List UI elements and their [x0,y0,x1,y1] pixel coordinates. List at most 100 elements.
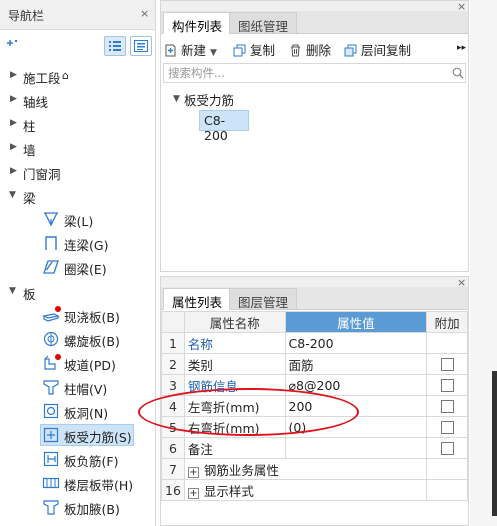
detail-view-button[interactable] [130,36,152,56]
row-number-header [161,311,185,333]
tab-layer-management[interactable]: 图层管理 [229,288,298,310]
nav-item-label: 板负筋(F) [64,454,119,469]
delete-button[interactable]: 删除 [289,40,331,59]
tree-item-slab[interactable]: ▼ 板 [0,280,155,304]
nav-item-coupling-beam[interactable]: 连梁(G) [0,231,155,255]
checkbox[interactable] [440,399,454,413]
row-number: 16 [161,479,185,501]
more-tools-button[interactable]: ▸▸ [457,43,466,53]
nav-item-negative-rebar[interactable]: 板负筋(F) [0,447,155,471]
layer-copy-icon [344,44,357,57]
row-number: 7 [161,458,185,480]
new-button[interactable]: 新建 ▼ [164,40,217,59]
expand-arrow-icon[interactable]: ▶ [10,94,17,104]
nav-item-beam[interactable]: 梁(L) [0,207,155,231]
new-label: 新建 [181,43,207,58]
nav-item-label: 坡道(PD) [64,358,116,373]
group-row[interactable]: + 钢筋业务属性 [183,458,428,480]
column-cap-icon [43,380,59,395]
tree-label: 施工段 [23,71,61,86]
tab-property-list[interactable]: 属性列表 [163,288,232,310]
tree-item-axis[interactable]: ▶ 轴线 [0,88,155,112]
dropdown-arrow-icon[interactable]: ▼ [210,48,217,58]
group-row[interactable]: + 显示样式 [183,479,428,501]
search-input[interactable] [166,65,436,81]
table-row[interactable]: 6 备注 [161,437,468,459]
trash-icon [291,44,300,57]
nav-item-ring-beam[interactable]: 圈梁(E) [0,255,155,279]
row-number: 6 [161,437,185,459]
new-badge-dot [55,306,61,312]
table-header-row: 属性名称 属性值 附加 [161,311,468,333]
lock-icon: ⌂ [62,69,69,82]
nav-item-slab-rebar[interactable]: 板受力筋(S) [0,423,155,447]
tree-item-column[interactable]: ▶ 柱 [0,112,155,136]
component-group-label[interactable]: 板受力筋 [184,90,234,109]
expand-plus-icon[interactable]: + [187,466,199,478]
tree-item-openings[interactable]: ▶ 门窗洞 [0,160,155,184]
nav-item-spiral-slab[interactable]: 螺旋板(B) [0,327,155,351]
add-sparkle-icon[interactable] [6,39,18,51]
nav-header: 导航栏 × [0,0,155,30]
tree-item-construction-section[interactable]: ▶ 施工段 ⌂ [0,64,155,88]
tab-drawing-management[interactable]: 图纸管理 [229,12,298,34]
name-column-header: 属性名称 [183,311,286,333]
nav-item-ramp[interactable]: 坡道(PD) [0,351,155,375]
nav-item-slab-hole[interactable]: 板洞(N) [0,399,155,423]
copy-button[interactable]: 复制 [233,40,275,59]
slab-haunch-icon [43,500,59,515]
table-row[interactable]: 7 + 钢筋业务属性 [161,458,468,480]
expand-arrow-icon[interactable]: ▶ [10,166,17,176]
list-view-icon [109,41,121,51]
collapse-arrow-icon[interactable]: ▼ [9,190,16,200]
component-list-panel: × 构件列表 图纸管理 新建 ▼ 复制 删除 层间复制 ▸▸ ▼ 板受力筋 C8… [160,0,469,272]
property-value[interactable]: C8-200 [284,332,428,354]
list-view-button[interactable] [104,36,126,56]
tree-label: 门窗洞 [23,167,61,182]
nav-item-label: 楼层板带(H) [64,478,134,493]
checkbox[interactable] [440,420,454,434]
table-row[interactable]: 2 类别 面筋 [161,353,468,375]
checkbox[interactable] [440,441,454,455]
table-row[interactable]: 16 + 显示样式 [161,479,468,501]
nav-item-floor-strip[interactable]: 楼层板带(H) [0,471,155,495]
extra-cell [426,479,468,501]
collapse-arrow-icon[interactable]: ▼ [9,286,16,296]
extra-column-header: 附加 [426,311,468,333]
checkbox[interactable] [440,357,454,371]
nav-item-slab-haunch[interactable]: 板加腋(B) [0,495,155,519]
nav-item-label: 板加腋(B) [64,502,120,517]
search-icon[interactable] [452,67,464,79]
nav-close-button[interactable]: × [140,7,149,20]
nav-item-cast-slab[interactable]: 现浇板(B) [0,303,155,327]
value-column-header: 属性值 [284,311,428,333]
annotation-ellipse [138,388,359,436]
expand-plus-icon[interactable]: + [187,487,199,499]
tab-component-list[interactable]: 构件列表 [163,12,232,34]
collapse-arrow-icon[interactable]: ▼ [173,94,180,104]
negative-rebar-icon [43,451,59,467]
group-label: 显示样式 [203,483,254,499]
property-value[interactable] [284,437,428,459]
nav-item-column-cap[interactable]: 柱帽(V) [0,375,155,399]
table-row[interactable]: 1 名称 C8-200 [161,332,468,354]
expand-arrow-icon[interactable]: ▶ [10,118,17,128]
nav-title: 导航栏 [8,9,45,23]
property-value[interactable]: 面筋 [284,353,428,375]
layer-copy-button[interactable]: 层间复制 [344,40,411,59]
tree-item-beam[interactable]: ▼ 梁 [0,184,155,208]
nav-item-label: 板受力筋(S) [64,430,132,445]
component-item-selected[interactable]: C8-200 [199,110,249,143]
expand-arrow-icon[interactable]: ▶ [10,142,17,152]
tree-label: 轴线 [23,95,49,110]
checkbox[interactable] [440,378,454,392]
expand-arrow-icon[interactable]: ▶ [10,70,17,80]
navigation-panel: 导航栏 × ▶ 施工段 ⌂ ▶ 轴线 ▶ 柱 ▶ 墙 ▶ 门窗洞 ▼ 梁 梁(L… [0,0,156,526]
nav-item-label: 板洞(N) [64,406,109,421]
tree-item-wall[interactable]: ▶ 墙 [0,136,155,160]
delete-label: 删除 [306,43,332,58]
scrollbar-thumb[interactable] [492,371,497,516]
component-toolbar: 新建 ▼ 复制 删除 层间复制 ▸▸ [161,35,468,63]
copy-label: 复制 [250,43,276,58]
group-label: 钢筋业务属性 [203,462,279,478]
